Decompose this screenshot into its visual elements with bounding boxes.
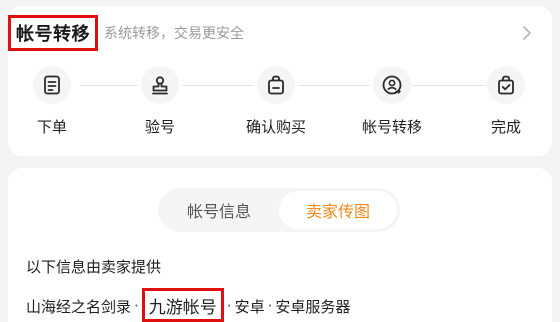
tab-seller-images[interactable]: 卖家传图 (279, 191, 397, 229)
server-name: 安卓服务器 (275, 297, 351, 316)
game-name: 山海经之名剑录 (26, 297, 132, 316)
tab-account-info[interactable]: 帐号信息 (161, 191, 277, 229)
os-name: 安卓 (234, 297, 265, 316)
order-document-icon (44, 75, 60, 95)
step-label: 下单 (36, 118, 67, 136)
step-order: 下单 (2, 66, 102, 137)
step-complete: 完成 (456, 66, 556, 137)
step-label: 完成 (490, 118, 521, 136)
step-confirm-purchase: 确认购买 (226, 66, 326, 137)
transfer-subtitle: 系统转移，交易更安全 (104, 26, 244, 42)
seller-provided-note: 以下信息由卖家提供 (26, 258, 162, 276)
bag-check-icon (498, 75, 514, 95)
step-label: 确认购买 (245, 118, 306, 136)
step-account-transfer: 帐号转移 (342, 66, 442, 137)
account-details: 山海经之名剑录 · 九游帐号 · 安卓 · 安卓服务器 (26, 288, 351, 322)
account-transfer-icon (382, 75, 402, 95)
transfer-header[interactable]: 帐号转移 系统转移，交易更安全 (8, 15, 544, 51)
step-label: 帐号转移 (361, 118, 422, 136)
separator: · (267, 297, 273, 315)
step-label: 验号 (144, 118, 175, 136)
stamp-icon (152, 76, 168, 95)
platform-name: 九游帐号 (141, 288, 224, 322)
transfer-steps: 下单 验号 确认购买 帐号转移 完成 (0, 66, 560, 146)
step-verify: 验号 (110, 66, 210, 137)
shopping-bag-icon (268, 75, 284, 95)
chevron-right-icon[interactable] (518, 24, 536, 42)
separator: · (134, 297, 139, 315)
transfer-title: 帐号转移 (8, 15, 98, 51)
separator: · (226, 297, 232, 315)
info-tabs: 帐号信息 卖家传图 (158, 188, 400, 232)
